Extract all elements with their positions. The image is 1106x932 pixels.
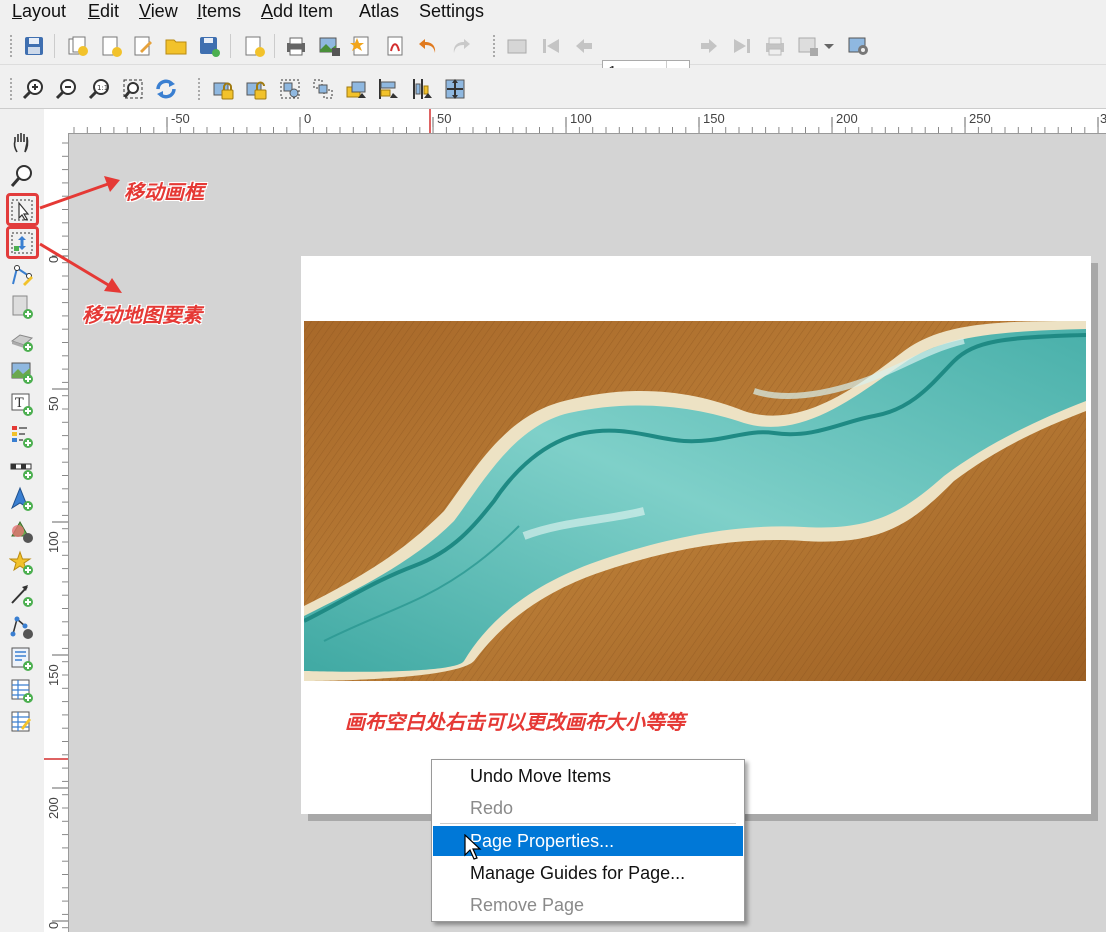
ruler-label: 50 <box>46 396 61 411</box>
ruler-label: 100 <box>570 111 592 126</box>
add-attribute-table-icon[interactable] <box>9 678 35 704</box>
ruler-label: 100 <box>46 531 61 553</box>
ungroup-items-icon[interactable] <box>311 77 335 101</box>
last-feature-icon[interactable] <box>730 34 754 58</box>
annotation-move-frame: 移动画框 <box>124 180 204 204</box>
add-legend-icon[interactable] <box>9 423 35 449</box>
ruler-label: 0 <box>304 111 312 126</box>
distribute-icon[interactable] <box>410 77 434 101</box>
add-scalebar-icon[interactable] <box>9 455 35 481</box>
ruler-label: 250 <box>969 111 991 126</box>
ruler-label: 0 <box>46 921 61 929</box>
ruler-label: 150 <box>703 111 725 126</box>
ruler-label: 200 <box>46 797 61 819</box>
align-left-icon[interactable] <box>377 77 401 101</box>
menu-add-item[interactable]: Add Item <box>261 0 333 22</box>
resize-icon[interactable] <box>443 77 467 101</box>
terrain-map-image <box>304 321 1086 681</box>
annotation-move-content: 移动地图要素 <box>82 303 202 327</box>
next-feature-icon[interactable] <box>697 34 721 58</box>
add-arrow-icon[interactable] <box>9 582 35 608</box>
toolbar-grip[interactable] <box>493 35 499 57</box>
ruler-label: 3 <box>1100 111 1106 126</box>
menu-separator <box>440 823 736 824</box>
map-item[interactable] <box>304 321 1086 681</box>
menu-item-remove-page[interactable]: Remove Page <box>433 890 743 920</box>
svg-text:T: T <box>15 396 24 411</box>
atlas-preview-icon[interactable] <box>505 34 529 58</box>
menu-item-manage-guides[interactable]: Manage Guides for Page... <box>433 858 743 888</box>
add-north-arrow-icon[interactable] <box>9 486 35 512</box>
ruler-label: 150 <box>46 664 61 686</box>
atlas-settings-icon[interactable] <box>846 34 870 58</box>
export-atlas-chevron-icon[interactable] <box>822 34 836 58</box>
print-atlas-icon[interactable] <box>763 34 787 58</box>
first-feature-icon[interactable] <box>539 34 563 58</box>
export-atlas-icon[interactable] <box>796 34 820 58</box>
annotation-right-click-hint: 画布空白处右击可以更改画布大小等等 <box>345 710 685 734</box>
add-map-icon[interactable] <box>9 359 35 385</box>
print-icon[interactable] <box>284 34 308 58</box>
add-html-icon[interactable] <box>9 646 35 672</box>
group-items-icon[interactable] <box>278 77 302 101</box>
ruler-label: 50 <box>437 111 452 126</box>
menu-item-redo[interactable]: Redo <box>433 793 743 823</box>
add-3d-map-icon[interactable] <box>9 327 35 353</box>
export-pdf-icon[interactable] <box>383 34 407 58</box>
add-marker-icon[interactable] <box>9 550 35 576</box>
add-nodes-item-icon[interactable] <box>9 614 35 640</box>
mouse-cursor-icon <box>464 834 482 860</box>
annotation-arrows <box>39 176 122 293</box>
export-image-icon[interactable] <box>317 34 341 58</box>
undo-icon[interactable] <box>416 34 440 58</box>
menu-settings[interactable]: Settings <box>419 0 484 22</box>
menu-item-undo-move-items[interactable]: Undo Move Items <box>433 761 743 791</box>
menu-atlas[interactable]: Atlas <box>359 0 399 22</box>
add-shape-icon[interactable] <box>9 518 35 544</box>
export-svg-icon[interactable] <box>349 34 373 58</box>
add-fixed-table-icon[interactable] <box>9 710 35 736</box>
previous-feature-icon[interactable] <box>572 34 596 58</box>
ruler-label: 200 <box>836 111 858 126</box>
raise-items-icon[interactable] <box>344 77 368 101</box>
redo-icon[interactable] <box>449 34 473 58</box>
add-label-icon[interactable]: T <box>9 391 35 417</box>
